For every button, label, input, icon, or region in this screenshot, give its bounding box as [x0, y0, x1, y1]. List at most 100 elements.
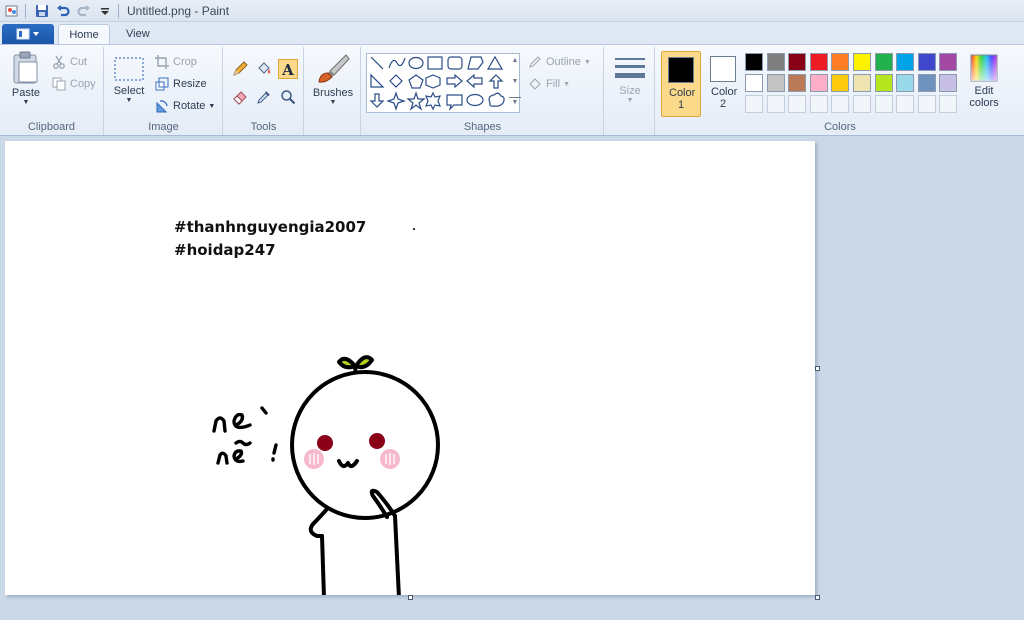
pencil-tool[interactable]: [230, 59, 250, 79]
resize-button[interactable]: Resize: [155, 75, 207, 93]
scroll-up-icon[interactable]: ▲: [509, 55, 521, 67]
resize-label: Resize: [173, 78, 207, 90]
size-label: Size: [619, 85, 641, 97]
cut-label: Cut: [70, 56, 88, 68]
fill-label: Fill: [546, 78, 561, 90]
brushes-group: Brushes ▼: [305, 47, 361, 135]
palette-swatch[interactable]: [896, 74, 915, 92]
save-icon[interactable]: [33, 2, 51, 20]
palette-swatch[interactable]: [809, 74, 828, 92]
shapes-gallery: [366, 53, 520, 113]
drawing-canvas[interactable]: #thanhnguyengia2007 #hoidap247 nè nè !: [5, 141, 815, 595]
palette-swatch[interactable]: [874, 74, 893, 92]
palette-swatch[interactable]: [831, 74, 850, 92]
tab-home[interactable]: Home: [58, 24, 110, 44]
palette-swatch[interactable]: [766, 53, 785, 71]
palette-swatch[interactable]: [831, 53, 850, 71]
rainbow-palette-icon: [970, 54, 998, 82]
rotate-icon: [156, 100, 168, 113]
redo-icon[interactable]: [75, 2, 93, 20]
custom-color-slot[interactable]: [939, 95, 958, 113]
undo-icon[interactable]: [54, 2, 72, 20]
scroll-down-icon[interactable]: ▼: [509, 67, 521, 97]
color-picker-tool[interactable]: [254, 87, 274, 107]
canvas-workspace: #thanhnguyengia2007 #hoidap247 nè nè !: [0, 137, 1024, 620]
text-a-icon: A: [281, 61, 294, 77]
palette-swatch[interactable]: [809, 53, 828, 71]
custom-color-slot[interactable]: [917, 95, 936, 113]
palette-swatch[interactable]: [788, 74, 807, 92]
paste-icon: [13, 51, 38, 84]
eyedropper-icon: [257, 91, 270, 104]
custom-color-slot[interactable]: [896, 95, 915, 113]
palette-swatch[interactable]: [853, 74, 871, 92]
palette-swatch[interactable]: [939, 74, 958, 92]
size-group: Size ▼: [605, 47, 655, 135]
custom-color-slot[interactable]: [788, 95, 807, 113]
select-label: Select: [113, 85, 145, 97]
paste-button[interactable]: Paste ▼: [6, 51, 46, 106]
fill-tool[interactable]: [254, 59, 274, 79]
palette-swatch[interactable]: [917, 74, 936, 92]
eraser-tool[interactable]: [230, 87, 250, 107]
eraser-icon: [233, 91, 247, 105]
palette-swatch[interactable]: [766, 74, 785, 92]
colors-group-label: Colors: [824, 121, 856, 133]
resize-handle-right[interactable]: [815, 366, 820, 371]
text-tool[interactable]: A: [278, 59, 298, 79]
color2-label: Color 2: [711, 86, 738, 110]
palette-swatch[interactable]: [745, 74, 763, 92]
chevron-down-icon: ▼: [583, 58, 591, 66]
rotate-button[interactable]: Rotate ▼: [155, 97, 215, 115]
color1-button[interactable]: Color 1: [661, 51, 701, 117]
cut-button[interactable]: Cut: [52, 53, 87, 71]
title-bar: Untitled.png - Paint: [0, 0, 1024, 22]
handwriting-text: nè nè !: [210, 472, 217, 474]
palette-swatch[interactable]: [874, 53, 893, 71]
custom-color-slot[interactable]: [745, 95, 763, 113]
palette-swatch[interactable]: [896, 53, 915, 71]
canvas-text-hashtag1: #thanhnguyengia2007: [174, 218, 367, 236]
clipboard-group: Paste ▼ Cut Copy Clipboard: [0, 47, 104, 135]
tools-group: A Tools: [224, 47, 304, 135]
edit-colors-button[interactable]: Edit colors: [962, 53, 1006, 109]
palette-swatch[interactable]: [745, 53, 763, 71]
separator: [25, 3, 26, 18]
shapes-gallery-scroll[interactable]: ▲ ▼ ▼: [509, 55, 521, 113]
brushes-button[interactable]: Brushes ▼: [311, 53, 355, 106]
crop-button[interactable]: Crop: [155, 53, 197, 71]
magnifier-tool[interactable]: [278, 87, 298, 107]
copy-label: Copy: [70, 78, 96, 90]
paint-app-icon[interactable]: [3, 2, 21, 20]
palette-swatch[interactable]: [853, 53, 871, 71]
custom-color-slot[interactable]: [874, 95, 893, 113]
shapes-group-label: Shapes: [463, 121, 502, 133]
magnifier-icon: [281, 90, 296, 105]
copy-button[interactable]: Copy: [52, 75, 96, 93]
resize-handle-bottom[interactable]: [408, 595, 413, 600]
palette-swatch[interactable]: [917, 53, 936, 71]
customize-toolbar-icon[interactable]: [96, 2, 114, 20]
resize-handle-corner[interactable]: [815, 595, 820, 600]
custom-color-slot[interactable]: [766, 95, 785, 113]
custom-color-slot[interactable]: [831, 95, 850, 113]
outline-label: Outline: [546, 56, 581, 68]
rotate-label: Rotate: [173, 100, 206, 112]
fill-button[interactable]: Fill ▼: [528, 75, 570, 93]
gallery-expand-icon[interactable]: ▼: [509, 97, 521, 108]
scissors-icon: [53, 55, 65, 69]
palette-swatch[interactable]: [939, 53, 958, 71]
tab-view[interactable]: View: [114, 24, 162, 44]
select-rectangle-icon: [114, 57, 144, 81]
outline-button[interactable]: Outline ▼: [528, 53, 591, 71]
custom-color-slot[interactable]: [853, 95, 871, 113]
colors-group: Color 1 Color 2 Edit colors Colors: [656, 47, 1024, 135]
custom-color-slot[interactable]: [809, 95, 828, 113]
window-title: Untitled.png - Paint: [127, 3, 230, 18]
size-button[interactable]: Size ▼: [611, 55, 649, 104]
paint-menu-button[interactable]: [2, 24, 54, 44]
color2-button[interactable]: Color 2: [703, 51, 743, 117]
crop-label: Crop: [173, 56, 197, 68]
palette-swatch[interactable]: [788, 53, 807, 71]
select-button[interactable]: Select ▼: [111, 55, 147, 104]
